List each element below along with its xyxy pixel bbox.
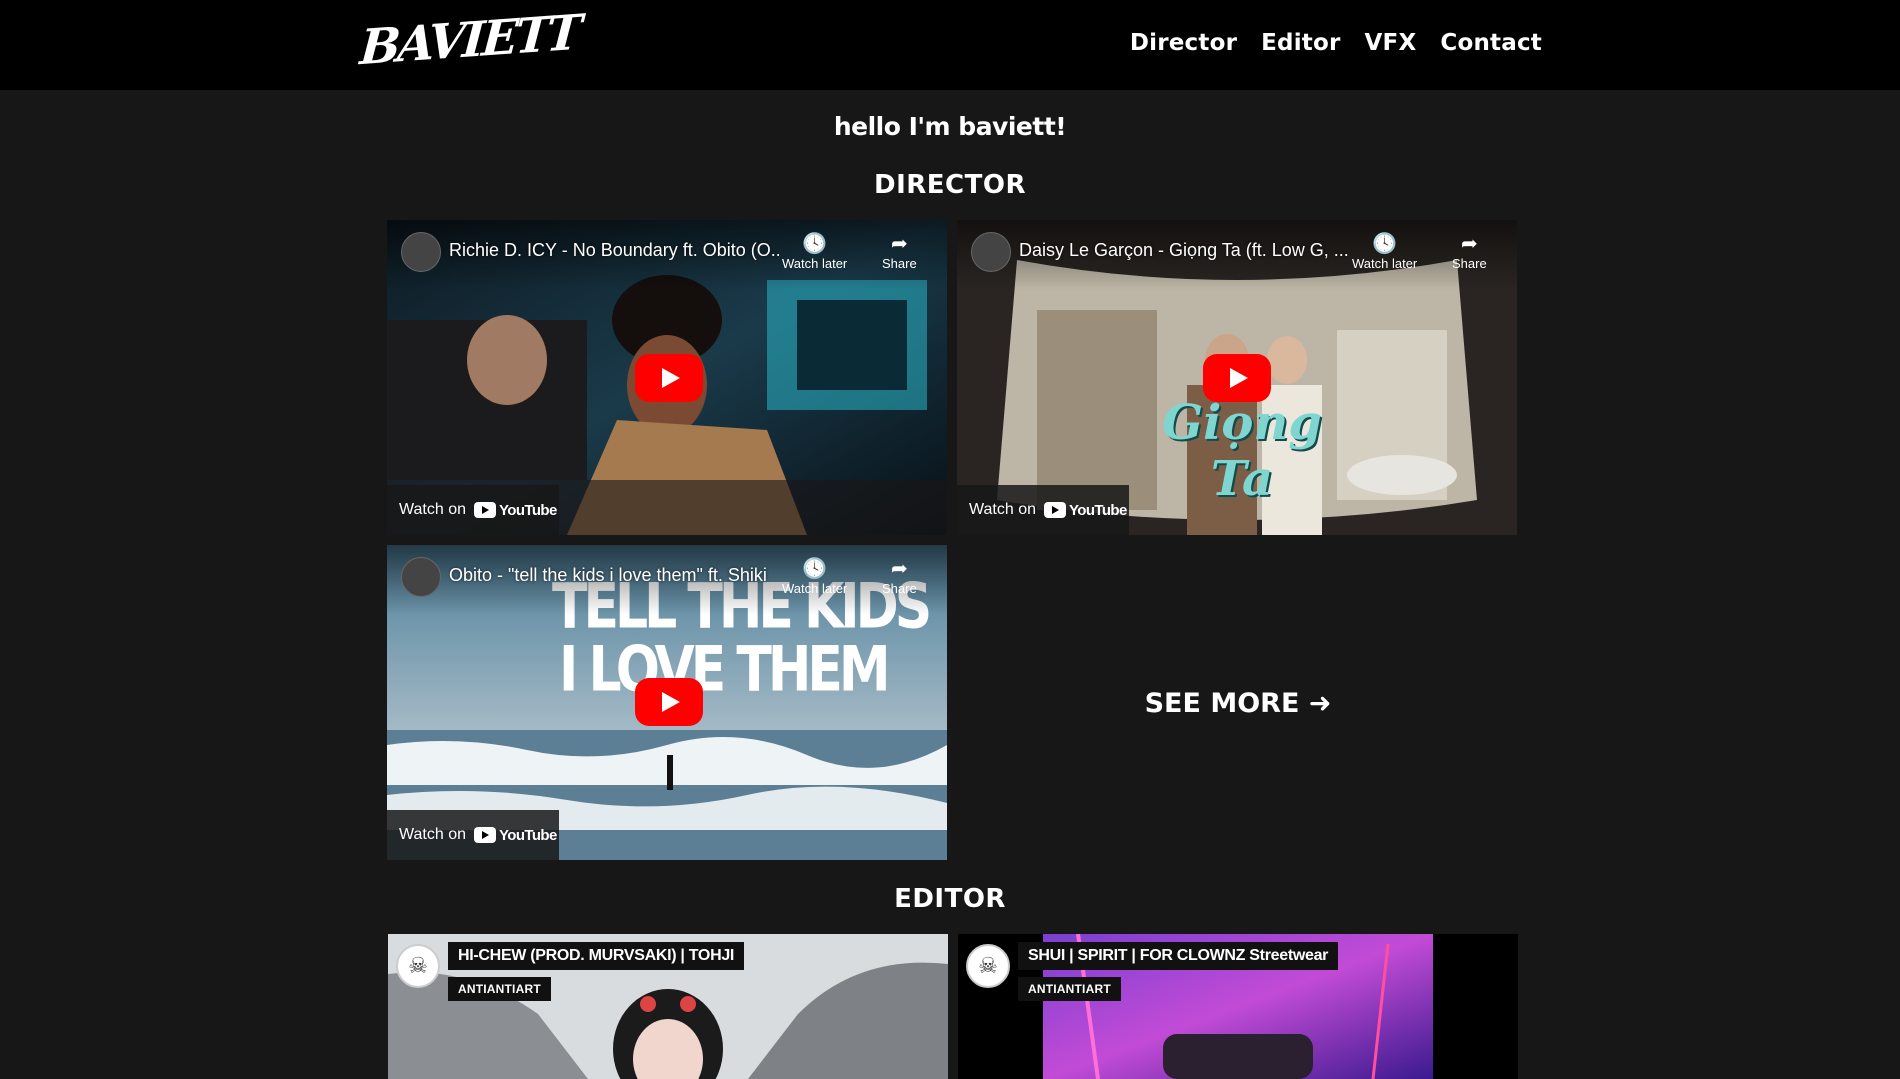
thumbnail-headline-2: I LOVE THEM (559, 634, 891, 706)
video-title[interactable]: Obito - "tell the kids i love them" ft. … (449, 565, 779, 586)
watch-later-button[interactable]: 🕓 Watch later (782, 557, 847, 596)
watch-on-youtube[interactable]: Watch on YouTube (957, 485, 1129, 535)
share-icon: ➦ (890, 558, 908, 580)
video-title[interactable]: SHUI | SPIRIT | FOR CLOWNZ Streetwear (1018, 942, 1339, 970)
see-more-link[interactable]: SEE MORE ➜ (958, 688, 1518, 719)
play-button[interactable] (1203, 354, 1271, 402)
youtube-logo: YouTube (474, 502, 557, 519)
channel-name[interactable]: ANTIANTIART (1018, 977, 1121, 1001)
director-heading: DIRECTOR (874, 170, 1026, 200)
video-title[interactable]: HI-CHEW (PROD. MURVSAKI) | TOHJI (448, 942, 745, 970)
channel-avatar[interactable]: ☠ (396, 944, 440, 988)
clock-icon: 🕓 (802, 233, 828, 255)
share-icon: ➦ (1460, 233, 1478, 255)
share-button[interactable]: ➦ Share (882, 557, 917, 596)
skull-icon: ☠ (408, 953, 428, 978)
channel-avatar[interactable] (971, 232, 1011, 272)
nav-editor[interactable]: Editor (1261, 30, 1340, 56)
youtube-logo: YouTube (474, 827, 557, 844)
watch-on-youtube[interactable]: Watch on YouTube (387, 485, 559, 535)
video-embed-2[interactable]: Giọng Ta Daisy Le Garçon - Giọng Ta (ft.… (957, 220, 1517, 535)
channel-avatar[interactable]: ☠ (966, 944, 1010, 988)
video-title[interactable]: Daisy Le Garçon - Giọng Ta (ft. Low G, .… (1019, 240, 1349, 261)
share-button[interactable]: ➦ Share (882, 232, 917, 271)
video-embed-1[interactable]: Richie D. ICY - No Boundary ft. Obito (O… (387, 220, 947, 535)
thumbnail-logo-text: Giọng Ta (1162, 395, 1322, 507)
youtube-play-icon (474, 827, 496, 843)
watch-later-button[interactable]: 🕓 Watch later (782, 232, 847, 271)
clock-icon: 🕓 (1372, 233, 1398, 255)
channel-name[interactable]: ANTIANTIART (448, 977, 551, 1001)
site-header: BAVIETT Director Editor VFX Contact (0, 0, 1900, 90)
play-button[interactable] (635, 678, 703, 726)
video-embed-3[interactable]: TELL THE KIDS I LOVE THEM Obito - "tell … (387, 545, 947, 860)
editor-video-2[interactable]: ☠ SHUI | SPIRIT | FOR CLOWNZ Streetwear … (958, 934, 1518, 1079)
share-button[interactable]: ➦ Share (1452, 232, 1487, 271)
nav-director[interactable]: Director (1130, 30, 1237, 56)
skull-icon: ☠ (978, 953, 998, 978)
greeting-heading: hello I'm baviett! (833, 112, 1067, 141)
youtube-play-icon (474, 502, 496, 518)
share-icon: ➦ (890, 233, 908, 255)
nav-vfx[interactable]: VFX (1365, 30, 1417, 56)
youtube-logo: YouTube (1044, 502, 1127, 519)
main-nav: Director Editor VFX Contact (1130, 30, 1542, 56)
channel-avatar[interactable] (401, 232, 441, 272)
video-title[interactable]: Richie D. ICY - No Boundary ft. Obito (O… (449, 240, 779, 261)
youtube-play-icon (1044, 502, 1066, 518)
nav-contact[interactable]: Contact (1440, 30, 1542, 56)
play-button[interactable] (635, 354, 703, 402)
editor-heading: EDITOR (894, 884, 1006, 914)
logo-text: BAVIETT (358, 4, 581, 77)
clock-icon: 🕓 (802, 558, 828, 580)
site-logo[interactable]: BAVIETT (358, 5, 581, 77)
editor-video-1[interactable]: ☠ HI-CHEW (PROD. MURVSAKI) | TOHJI ANTIA… (388, 934, 948, 1079)
channel-avatar[interactable] (401, 557, 441, 597)
watch-on-youtube[interactable]: Watch on YouTube (387, 810, 559, 860)
watch-later-button[interactable]: 🕓 Watch later (1352, 232, 1417, 271)
